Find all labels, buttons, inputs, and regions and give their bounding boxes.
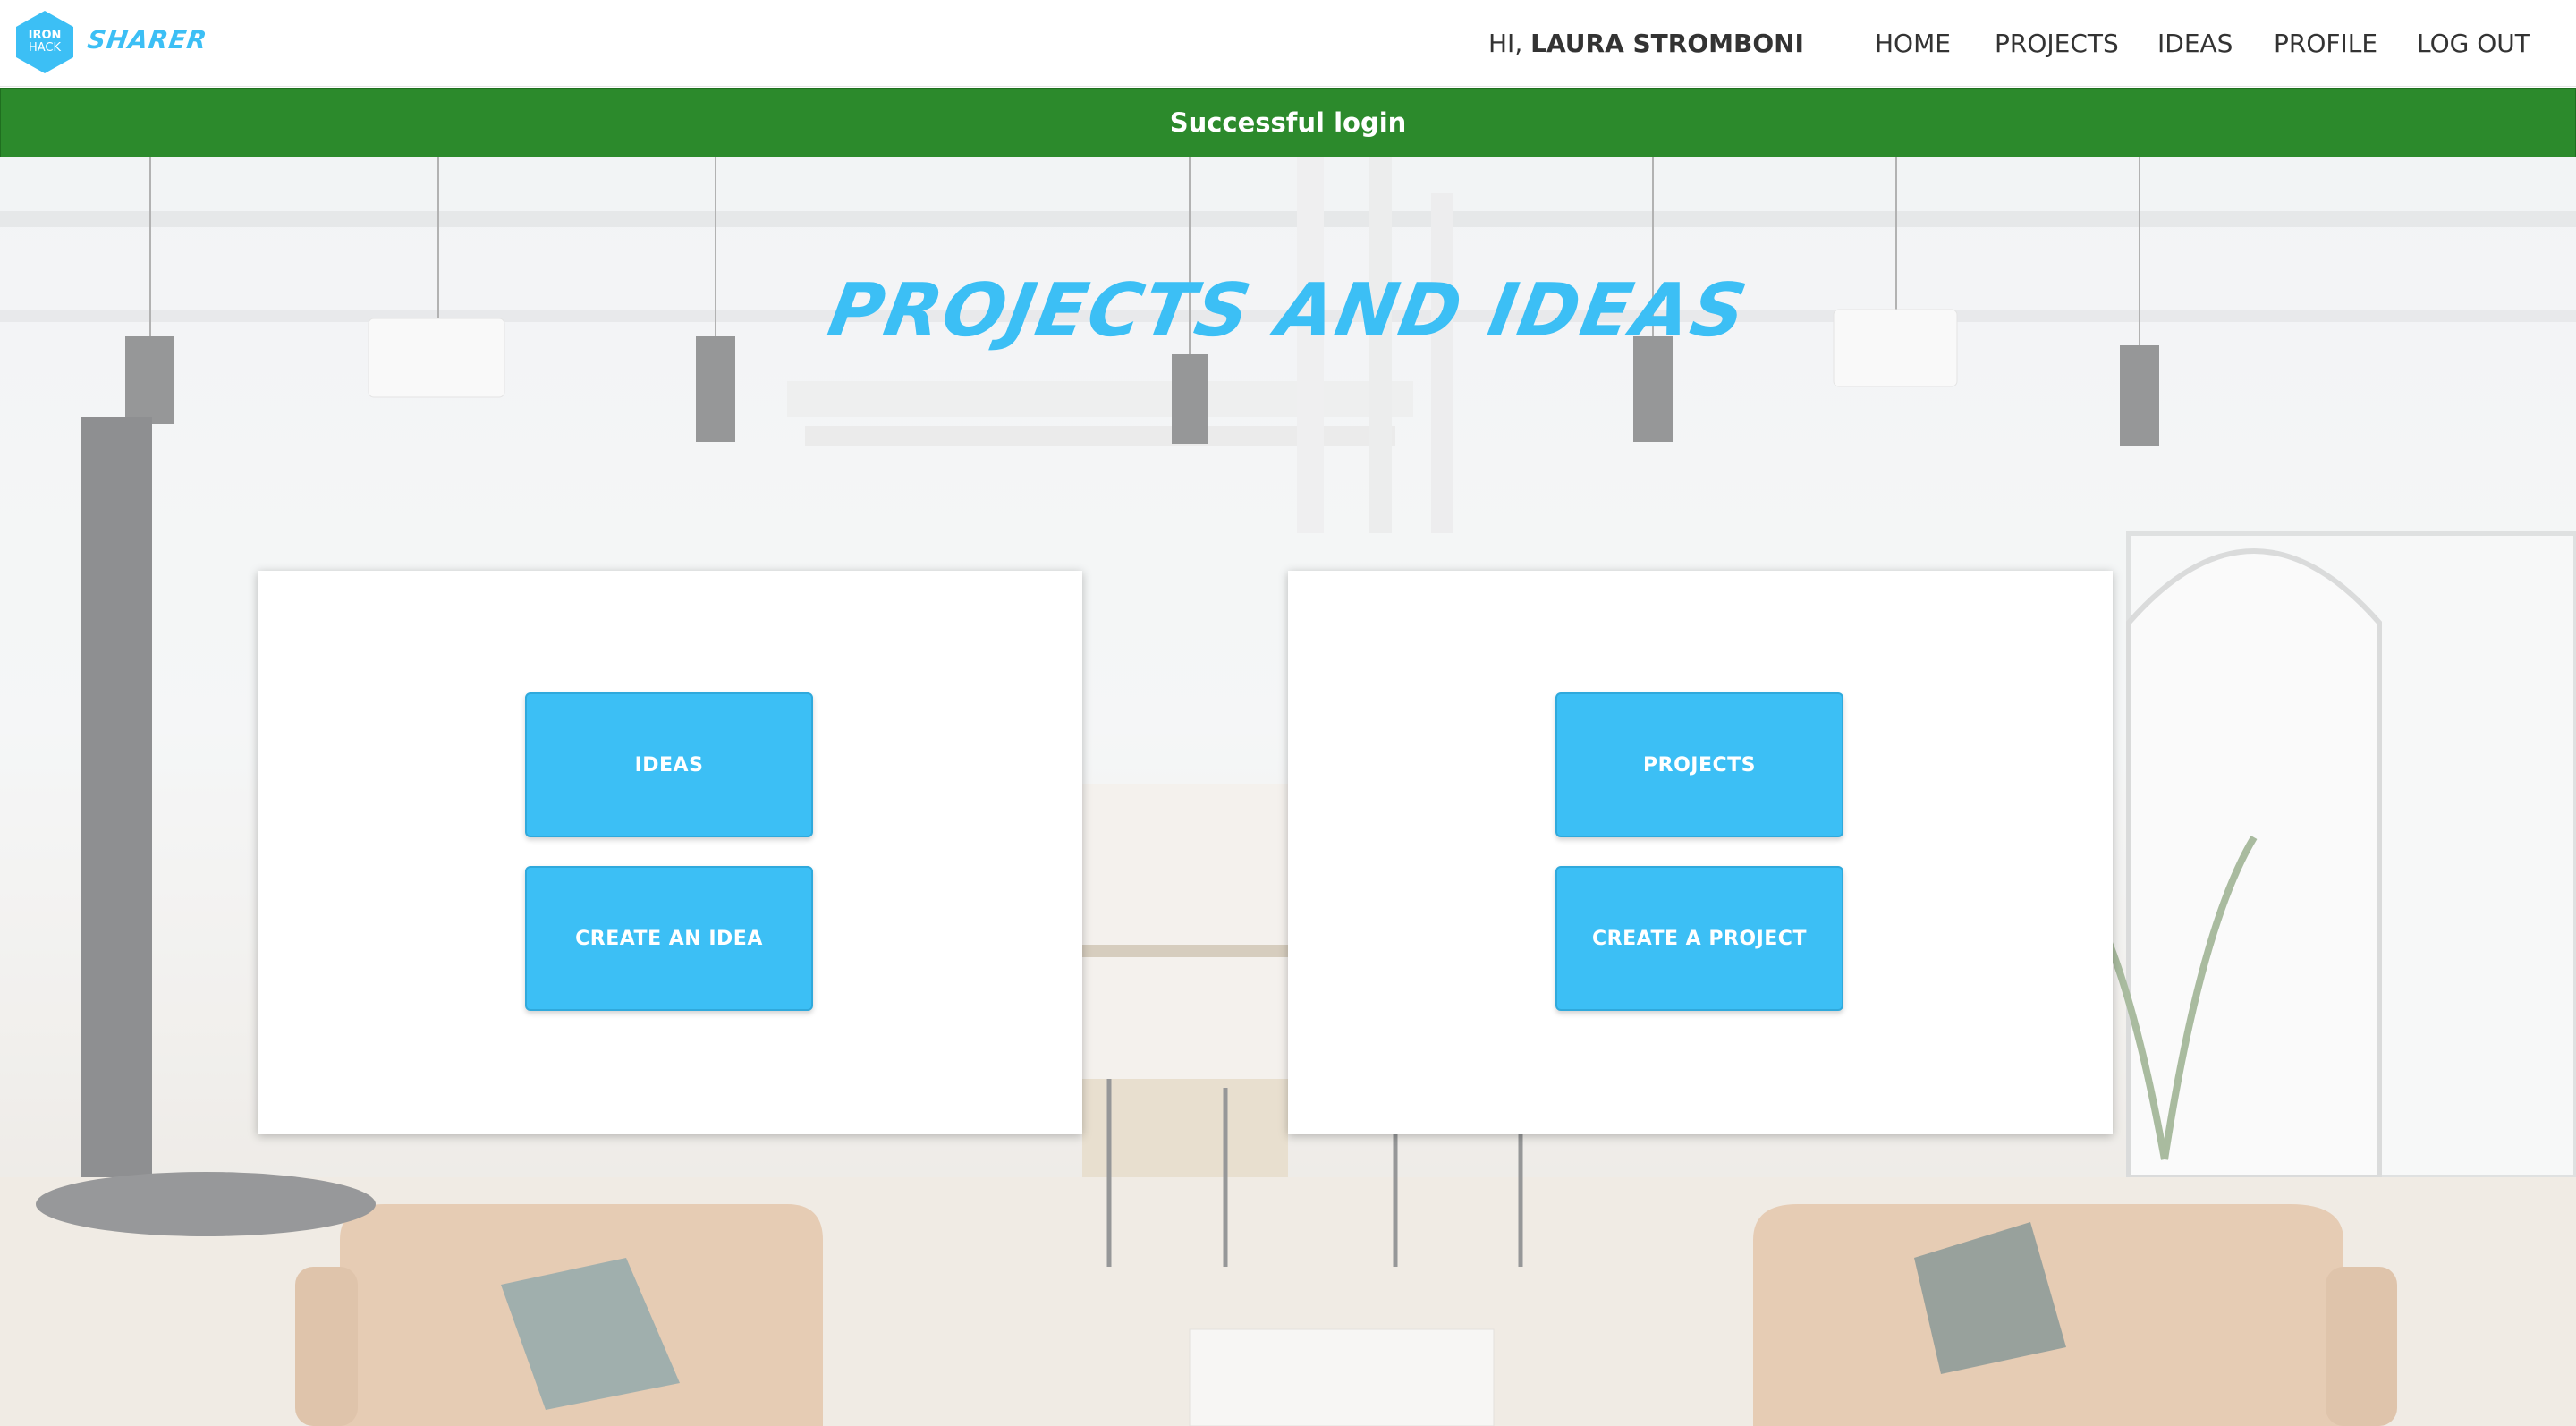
nav-profile-link[interactable]: PROFILE [2274,29,2377,58]
flash-message: Successful login [0,88,2576,157]
nav-ideas-link[interactable]: IDEAS [2157,29,2233,58]
nav-projects-link[interactable]: PROJECTS [1995,29,2119,58]
create-project-button[interactable]: CREATE A PROJECT [1555,866,1843,1011]
page-title: PROJECTS AND IDEAS [822,268,1754,353]
top-navbar: IRON HACK Sharer HI, LAURA STROMBONI HOM… [0,0,2576,87]
nav-logout-link[interactable]: LOG OUT [2417,29,2530,58]
ideas-card: IDEAS CREATE AN IDEA [258,571,1082,1134]
ideas-button[interactable]: IDEAS [525,692,813,837]
create-idea-button[interactable]: CREATE AN IDEA [525,866,813,1011]
nav-links: HOME PROJECTS IDEAS PROFILE LOG OUT [0,29,2576,64]
projects-card: PROJECTS CREATE A PROJECT [1288,571,2113,1134]
nav-home-link[interactable]: HOME [1875,29,1951,58]
projects-button[interactable]: PROJECTS [1555,692,1843,837]
